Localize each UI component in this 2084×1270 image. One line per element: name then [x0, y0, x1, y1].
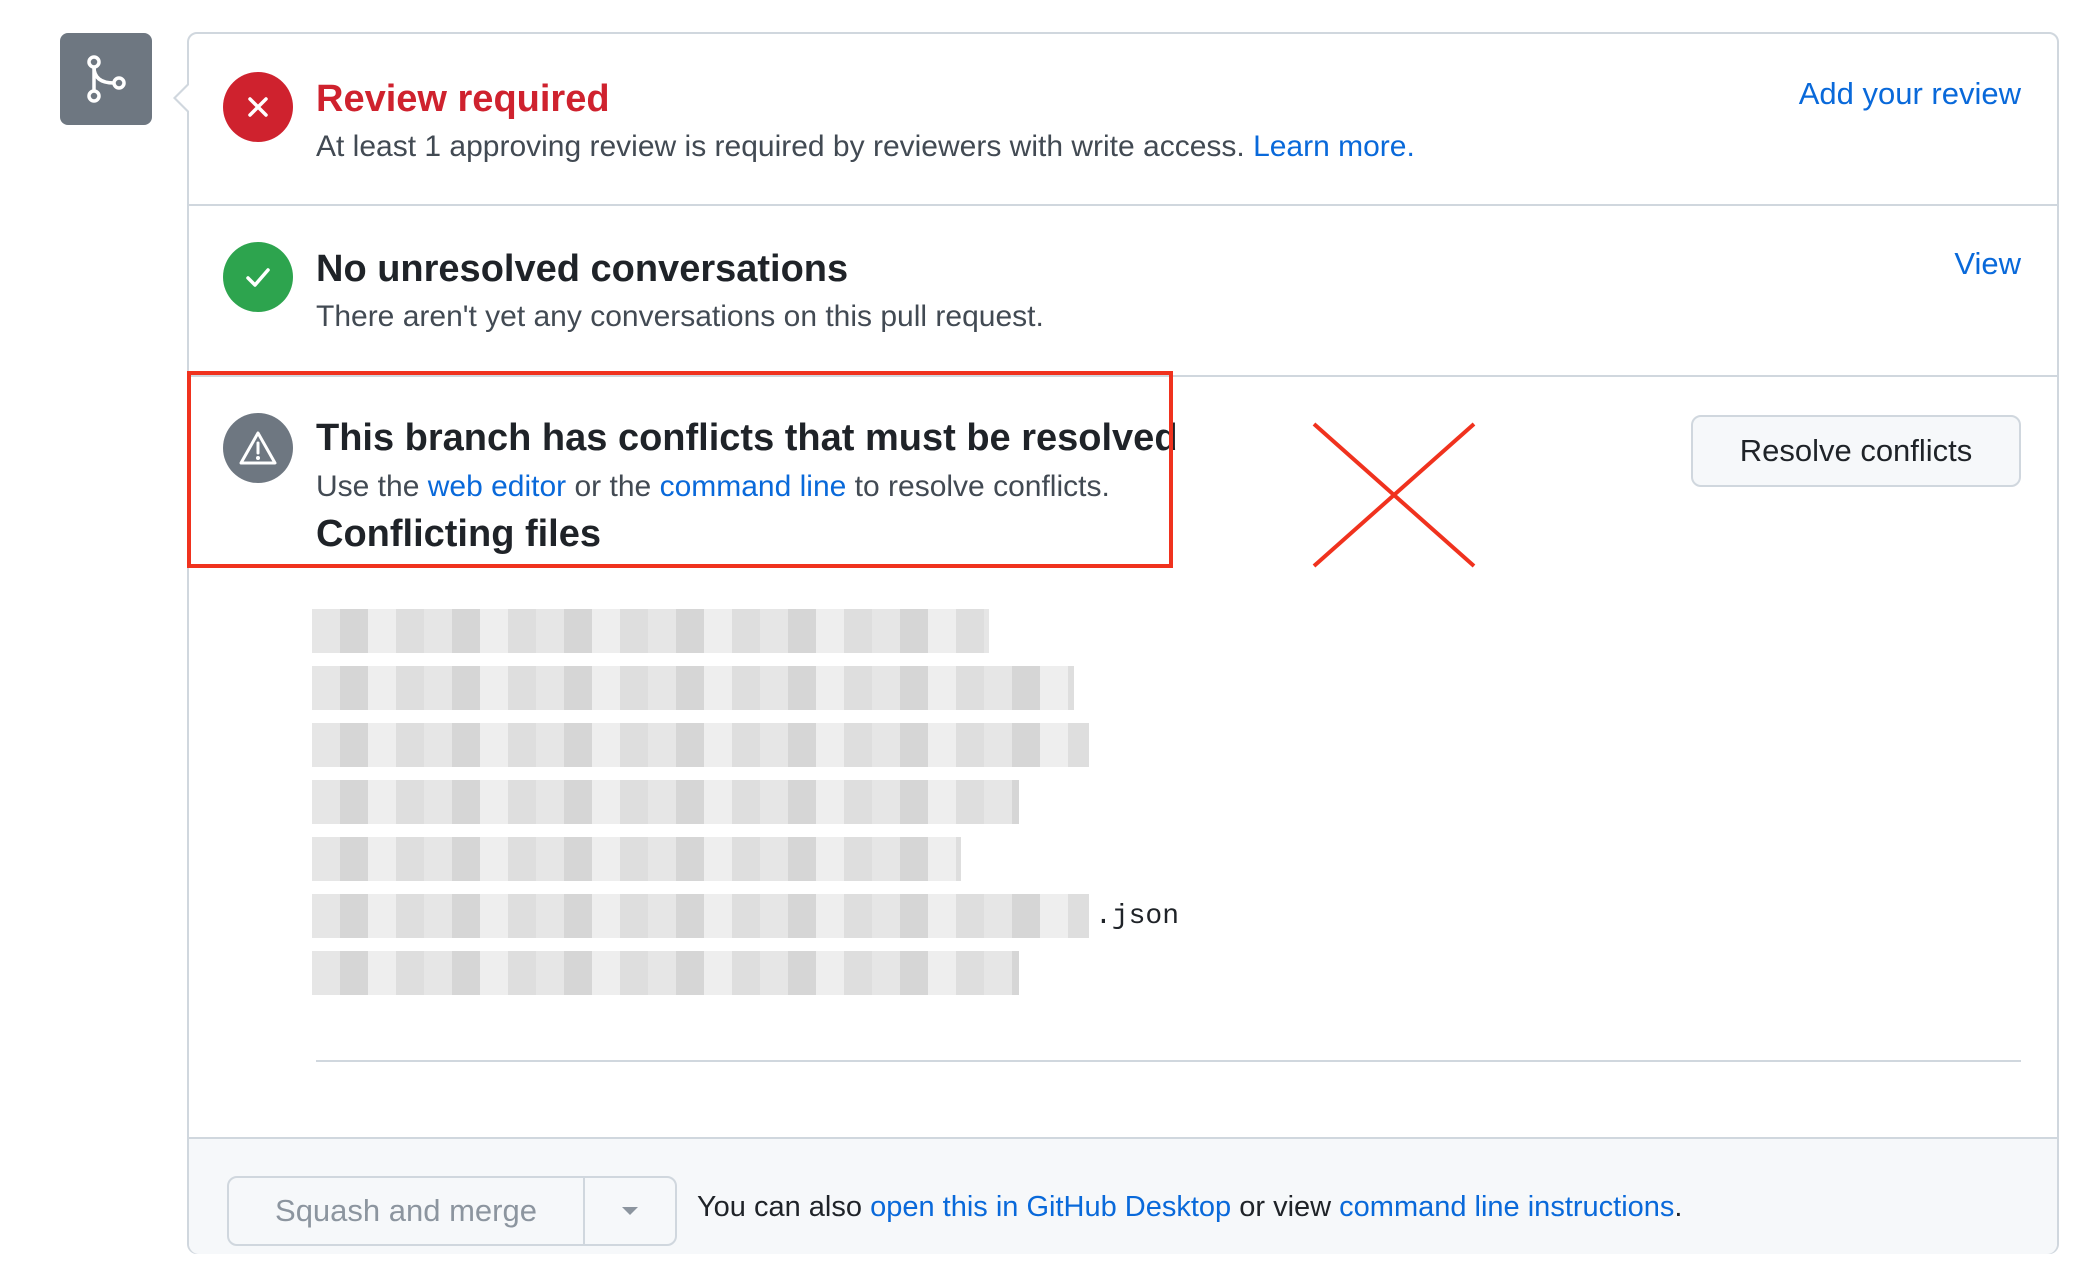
merge-method-dropdown[interactable] [583, 1178, 675, 1244]
file-name-suffix: .json [1095, 900, 1180, 932]
redacted-filename [312, 780, 1019, 824]
conflicting-file-row[interactable] [312, 780, 1025, 824]
merge-button-group: Squash and merge [227, 1176, 677, 1246]
x-icon [223, 72, 293, 142]
red-x-annotation-icon [1312, 422, 1476, 568]
conflicting-file-row[interactable] [312, 723, 1095, 767]
review-required-title: Review required [316, 78, 610, 120]
review-required-section: Review required At least 1 approving rev… [189, 34, 2057, 206]
merge-footer: Squash and merge You can also open this … [189, 1137, 2057, 1254]
merge-status-panel: Review required At least 1 approving rev… [173, 32, 2059, 1254]
git-merge-icon [87, 55, 126, 103]
command-line-instructions-link[interactable]: command line instructions [1339, 1191, 1674, 1223]
add-your-review-link[interactable]: Add your review [1799, 76, 2021, 112]
conflicting-file-row[interactable] [312, 951, 1025, 995]
conflicting-file-row[interactable]: .json [312, 894, 1179, 938]
review-required-description: At least 1 approving review is required … [316, 130, 1415, 164]
footer-text-prefix: You can also [697, 1191, 863, 1223]
conflicting-file-row[interactable] [312, 609, 995, 653]
footer-text-middle: or view [1239, 1191, 1332, 1223]
footer-help-text: You can also open this in GitHub Desktop… [697, 1191, 1682, 1224]
view-conversations-link[interactable]: View [1954, 246, 2021, 282]
conversations-section: No unresolved conversations There aren't… [189, 206, 2057, 377]
git-merge-icon-box [60, 33, 152, 125]
conflicting-file-row[interactable] [312, 837, 967, 881]
highlight-rectangle-annotation [187, 371, 1173, 568]
panel-caret-inner [176, 84, 190, 112]
redacted-filename [312, 894, 1089, 938]
redacted-filename [312, 666, 1074, 710]
review-description-text: At least 1 approving review is required … [316, 130, 1245, 163]
redacted-filename [312, 723, 1089, 767]
redacted-filename [312, 951, 1019, 995]
check-icon [223, 242, 293, 312]
conflicts-divider [316, 1060, 2021, 1062]
conflicting-file-row[interactable] [312, 666, 1080, 710]
resolve-conflicts-button[interactable]: Resolve conflicts [1691, 415, 2021, 487]
learn-more-link[interactable]: Learn more. [1253, 130, 1415, 163]
redacted-filename [312, 609, 989, 653]
squash-and-merge-button[interactable]: Squash and merge [229, 1178, 583, 1244]
open-in-github-desktop-link[interactable]: open this in GitHub Desktop [870, 1191, 1231, 1223]
conversations-title: No unresolved conversations [316, 248, 849, 290]
footer-text-suffix: . [1674, 1191, 1683, 1223]
redacted-filename [312, 837, 961, 881]
conversations-description: There aren't yet any conversations on th… [316, 300, 1044, 333]
triangle-down-icon [622, 1207, 638, 1215]
